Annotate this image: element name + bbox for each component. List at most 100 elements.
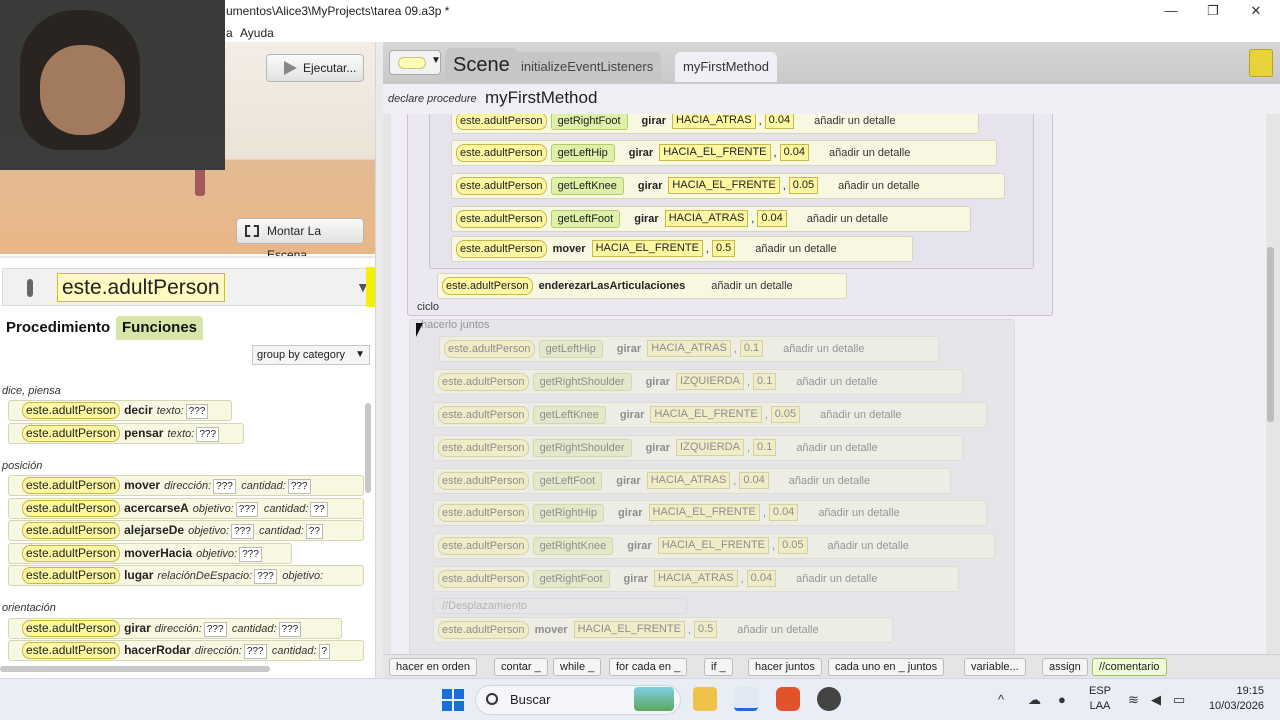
- chevron-up-icon[interactable]: ^: [998, 692, 1004, 707]
- statement-row[interactable]: este.adultPerson getLeftHip girar HACIA_ATR…: [439, 336, 939, 362]
- procedure-roll[interactable]: este.adultPerson hacerRodar dirección:??? …: [8, 640, 364, 661]
- direction-value[interactable]: HACIA_EL_FRENTE: [573, 621, 685, 638]
- param-value[interactable]: ???: [185, 404, 209, 419]
- setup-scene-button[interactable]: Montar La Escena: [236, 218, 364, 262]
- tab-functions[interactable]: Funciones: [116, 316, 204, 340]
- amount-value[interactable]: 0.1: [739, 340, 764, 357]
- statement-row[interactable]: este.adultPerson getRightHip girar HACIA_EL…: [433, 500, 987, 526]
- procedure-say[interactable]: este.adultPerson decir texto:???: [8, 400, 232, 421]
- direction-value[interactable]: HACIA_EL_FRENTE: [648, 504, 760, 521]
- direction-value[interactable]: HACIA_ATRAS: [664, 210, 749, 227]
- direction-value[interactable]: HACIA_EL_FRENTE: [668, 177, 780, 194]
- straighten-joints-statement[interactable]: este.adultPerson enderezarLasArticulacion…: [437, 273, 847, 299]
- procedure-move-away[interactable]: este.adultPerson alejarseDe objetivo:??? c…: [8, 520, 364, 541]
- direction-value[interactable]: HACIA_EL_FRENTE: [650, 406, 762, 423]
- variable-button[interactable]: variable...: [964, 658, 1026, 676]
- statement-row[interactable]: este.adultPerson getLeftFoot girar HACIA_AT…: [433, 468, 951, 494]
- battery-icon[interactable]: ▭: [1173, 692, 1185, 708]
- clipboard-icon[interactable]: [1249, 49, 1273, 77]
- param-value[interactable]: ???: [243, 644, 267, 659]
- add-detail[interactable]: añadir un detalle: [838, 180, 919, 192]
- amount-value[interactable]: 0.04: [757, 210, 787, 227]
- statement-row[interactable]: este.adultPerson getRightShoulder girar IZQ…: [433, 369, 963, 395]
- add-detail[interactable]: añadir un detalle: [818, 507, 899, 519]
- direction-value[interactable]: IZQUIERDA: [676, 373, 744, 390]
- alice-app-icon[interactable]: [734, 687, 758, 711]
- instance-selector[interactable]: este.adultPerson ▼: [2, 267, 376, 307]
- procedure-place[interactable]: este.adultPerson lugar relaciónDeEspacio:?…: [8, 565, 364, 586]
- statement-row[interactable]: este.adultPerson getRightFoot girar HACIA_A…: [451, 114, 979, 134]
- volume-icon[interactable]: ◀: [1151, 692, 1161, 708]
- microphone-icon[interactable]: ●: [1058, 692, 1066, 707]
- widgets-icon[interactable]: [634, 687, 674, 711]
- count-button[interactable]: contar _: [494, 658, 548, 676]
- comment-block[interactable]: //Desplazamiento: [433, 598, 687, 614]
- param-value[interactable]: ???: [203, 622, 227, 637]
- do-in-order-button[interactable]: hacer en orden: [389, 658, 477, 676]
- windows-start-icon[interactable]: [442, 689, 464, 711]
- amount-value[interactable]: 0.1: [753, 373, 777, 390]
- amount-value[interactable]: 0.05: [788, 177, 819, 194]
- statement-row[interactable]: este.adultPerson mover HACIA_EL_FRENTE, 0.5…: [451, 236, 913, 262]
- clock[interactable]: 19:15 10/03/2026: [1200, 684, 1264, 714]
- group-by-select[interactable]: group by category ▼: [252, 345, 370, 365]
- for-each-button[interactable]: for cada en _: [609, 658, 688, 676]
- param-value[interactable]: ???: [196, 427, 220, 442]
- add-detail[interactable]: añadir un detalle: [820, 409, 901, 421]
- statement-row[interactable]: este.adultPerson getLeftFoot girar HACIA_AT…: [451, 206, 971, 232]
- add-detail[interactable]: añadir un detalle: [737, 624, 818, 636]
- add-detail[interactable]: añadir un detalle: [796, 573, 877, 585]
- tab-procedures[interactable]: Procedimiento: [0, 316, 117, 340]
- language-indicator[interactable]: ESP LAA: [1088, 684, 1112, 714]
- amount-value[interactable]: 0.04: [779, 144, 809, 161]
- add-detail[interactable]: añadir un detalle: [796, 376, 877, 388]
- while-button[interactable]: while _: [553, 658, 602, 676]
- statement-row[interactable]: este.adultPerson getLeftHip girar HACIA_EL_…: [451, 140, 997, 166]
- if-button[interactable]: if _: [704, 658, 733, 676]
- param-value[interactable]: ???: [254, 569, 277, 584]
- param-value[interactable]: ?: [318, 644, 331, 659]
- add-detail[interactable]: añadir un detalle: [807, 213, 888, 225]
- statement-row[interactable]: este.adultPerson getLeftKnee girar HACIA_EL…: [433, 402, 987, 428]
- direction-value[interactable]: HACIA_EL_FRENTE: [659, 144, 771, 161]
- wifi-icon[interactable]: ≋: [1128, 692, 1139, 708]
- file-explorer-icon[interactable]: [693, 687, 717, 711]
- add-detail[interactable]: añadir un detalle: [755, 243, 836, 255]
- tab-scene[interactable]: Scene: [445, 48, 518, 82]
- split-divider[interactable]: [375, 42, 383, 678]
- chrome-icon[interactable]: [817, 687, 841, 711]
- param-value[interactable]: ???: [287, 479, 311, 494]
- do-together-button[interactable]: hacer juntos: [748, 658, 822, 676]
- param-value[interactable]: ???: [239, 547, 262, 562]
- statement-row[interactable]: este.adultPerson getRightShoulder girar IZQ…: [433, 435, 963, 461]
- run-button[interactable]: Ejecutar...: [266, 54, 364, 82]
- direction-value[interactable]: HACIA_ATRAS: [672, 114, 756, 129]
- direction-value[interactable]: HACIA_ATRAS: [647, 340, 731, 357]
- move-forward-statement[interactable]: este.adultPerson mover HACIA_EL_FRENTE, 0.5…: [433, 617, 893, 643]
- add-detail[interactable]: añadir un detalle: [828, 540, 909, 552]
- direction-value[interactable]: HACIA_ATRAS: [654, 570, 738, 587]
- procedure-move[interactable]: este.adultPerson mover dirección:??? canti…: [8, 475, 364, 496]
- left-horizontal-scrollbar[interactable]: [0, 666, 270, 672]
- comment-button[interactable]: //comentario: [1092, 658, 1167, 676]
- tab-initialize-event-listeners[interactable]: initializeEventListeners: [513, 52, 662, 82]
- menu-item-a[interactable]: a: [226, 26, 233, 40]
- add-detail[interactable]: añadir un detalle: [783, 343, 864, 355]
- amount-value[interactable]: 0.05: [770, 406, 801, 423]
- left-vertical-scrollbar[interactable]: [365, 403, 371, 493]
- minimize-button[interactable]: —: [1156, 2, 1186, 20]
- add-detail[interactable]: añadir un detalle: [789, 475, 870, 487]
- add-detail[interactable]: añadir un detalle: [711, 280, 792, 292]
- direction-value[interactable]: HACIA_EL_FRENTE: [657, 537, 770, 554]
- statement-row[interactable]: este.adultPerson getRightFoot girar HACIA_A…: [433, 566, 959, 592]
- amount-value[interactable]: 0.04: [768, 504, 799, 521]
- amount-value[interactable]: 0.04: [739, 472, 769, 489]
- procedure-move-to[interactable]: este.adultPerson moverHacia objetivo:???: [8, 543, 292, 564]
- amount-value[interactable]: 0.04: [764, 114, 795, 129]
- add-detail[interactable]: añadir un detalle: [796, 442, 877, 454]
- statement-row[interactable]: este.adultPerson getLeftKnee girar HACIA_EL…: [451, 173, 1005, 199]
- statement-row[interactable]: este.adultPerson getRightKnee girar HACIA_E…: [433, 533, 995, 559]
- procedure-think[interactable]: este.adultPerson pensar texto:???: [8, 423, 244, 444]
- type-selector[interactable]: ▼: [389, 50, 441, 75]
- amount-value[interactable]: 0.5: [711, 240, 736, 257]
